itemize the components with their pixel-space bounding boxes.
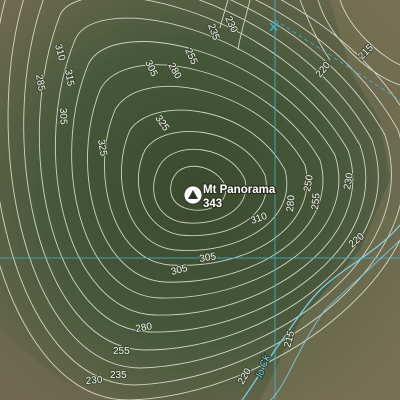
contour-label: 230 — [85, 375, 103, 387]
contour-label: 280 — [285, 194, 297, 212]
topo-map[interactable]: ✕ lo Ck 230 235 255 280 305 325 315 310 … — [0, 0, 400, 400]
grid-cross-icon: ✕ — [268, 20, 280, 36]
contour-label: 305 — [57, 108, 69, 125]
peak-name-label: Mt Panorama — [203, 184, 276, 196]
contour-label: 255 — [310, 192, 322, 210]
map-canvas[interactable]: ✕ lo Ck 230 235 255 280 305 325 315 310 … — [0, 0, 400, 400]
peak-elevation-label: 343 — [203, 198, 222, 210]
contour-label: 255 — [113, 346, 130, 357]
contour-label: 235 — [110, 370, 127, 381]
